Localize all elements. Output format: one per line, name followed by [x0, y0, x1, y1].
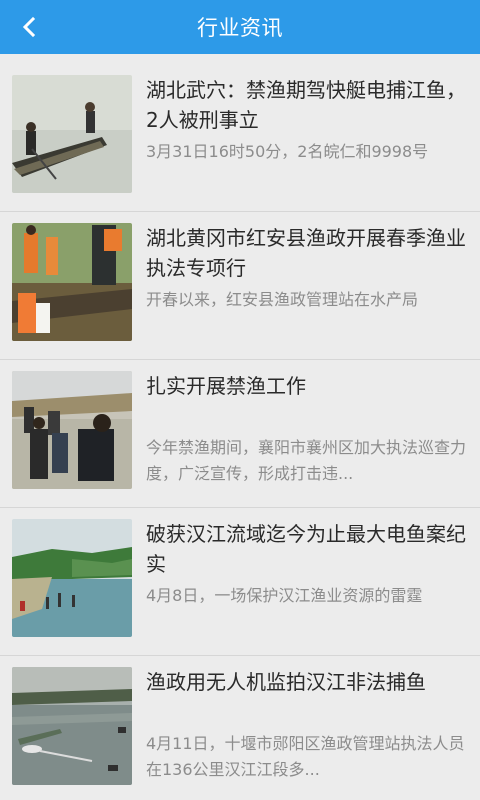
chevron-left-icon: [22, 16, 36, 38]
page-title: 行业资讯: [197, 16, 283, 40]
news-title: 湖北武穴：禁渔期驾快艇电捕江鱼，2人被刑事立: [146, 78, 466, 132]
app-screen: 行业资讯 湖北武穴：禁渔期驾快艇电捕江鱼，2人被刑事立 3月31日16时50分，…: [0, 0, 480, 800]
news-thumbnail: [12, 75, 132, 193]
news-title: 湖北黄冈市红安县渔政开展春季渔业执法专项行: [146, 226, 466, 280]
news-item[interactable]: 湖北武穴：禁渔期驾快艇电捕江鱼，2人被刑事立 3月31日16时50分，2名皖仁和…: [0, 64, 480, 212]
news-thumbnail: [12, 667, 132, 785]
news-thumbnail: [12, 371, 132, 489]
news-title: 扎实开展禁渔工作: [146, 374, 306, 398]
news-summary: 4月11日，十堰市郧阳区渔政管理站执法人员在136公里汉江江段多...: [146, 734, 465, 779]
top-bar: 行业资讯: [0, 0, 480, 54]
news-item[interactable]: 渔政用无人机监拍汉江非法捕鱼 4月11日，十堰市郧阳区渔政管理站执法人员在136…: [0, 656, 480, 800]
news-summary: 今年禁渔期间，襄阳市襄州区加大执法巡查力度，广泛宣传，形成打击违...: [146, 438, 466, 483]
news-thumbnail: [12, 223, 132, 341]
news-thumbnail: [12, 519, 132, 637]
news-title: 破获汉江流域迄今为止最大电鱼案纪实: [146, 522, 466, 576]
news-summary: 4月8日，一场保护汉江渔业资源的雷霆: [146, 586, 423, 605]
news-item[interactable]: 扎实开展禁渔工作 今年禁渔期间，襄阳市襄州区加大执法巡查力度，广泛宣传，形成打击…: [0, 360, 480, 508]
news-item[interactable]: 湖北黄冈市红安县渔政开展春季渔业执法专项行 开春以来，红安县渔政管理站在水产局: [0, 212, 480, 360]
back-button[interactable]: [10, 7, 50, 47]
news-summary: 开春以来，红安县渔政管理站在水产局: [146, 290, 419, 309]
news-list: 湖北武穴：禁渔期驾快艇电捕江鱼，2人被刑事立 3月31日16时50分，2名皖仁和…: [0, 64, 480, 800]
news-title: 渔政用无人机监拍汉江非法捕鱼: [146, 670, 426, 694]
news-item[interactable]: 破获汉江流域迄今为止最大电鱼案纪实 4月8日，一场保护汉江渔业资源的雷霆: [0, 508, 480, 656]
news-summary: 3月31日16时50分，2名皖仁和9998号: [146, 142, 429, 161]
